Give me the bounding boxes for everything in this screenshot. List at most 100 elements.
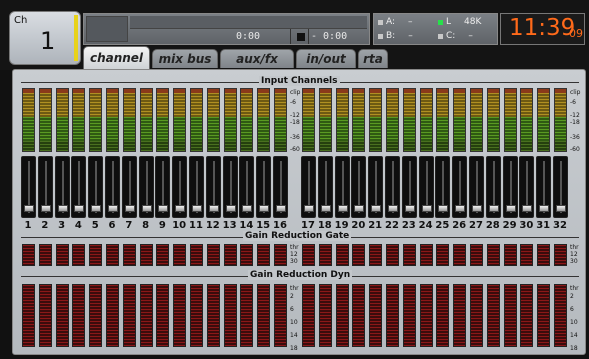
fader-cap[interactable] (337, 205, 348, 212)
channel-fader[interactable] (239, 156, 255, 218)
fader-cap[interactable] (505, 205, 516, 212)
channel-number-label[interactable]: 10 (171, 220, 187, 231)
fader-cap[interactable] (74, 205, 85, 212)
fader-cap[interactable] (192, 205, 202, 212)
channel-fader[interactable] (205, 156, 221, 218)
fader-cap[interactable] (371, 205, 382, 212)
fader-cap[interactable] (276, 205, 286, 212)
channel-number-label[interactable]: 7 (121, 220, 137, 231)
channel-number-label[interactable]: 2 (37, 220, 53, 231)
channel-fader[interactable] (452, 156, 468, 218)
channel-fader[interactable] (418, 156, 434, 218)
fader-cap[interactable] (404, 205, 415, 212)
channel-number-label[interactable]: 5 (87, 220, 103, 231)
channel-number-label[interactable]: 26 (451, 220, 467, 231)
channel-number-label[interactable]: 29 (502, 220, 518, 231)
channel-number-label[interactable]: 1 (20, 220, 36, 231)
fader-cap[interactable] (175, 205, 186, 212)
fader-cap[interactable] (388, 205, 398, 212)
channel-fader[interactable] (273, 156, 288, 218)
fader-cap[interactable] (208, 205, 219, 212)
fader-cap[interactable] (259, 205, 270, 212)
channel-fader[interactable] (385, 156, 400, 218)
fader-cap[interactable] (455, 205, 466, 212)
channel-fader[interactable] (519, 156, 535, 218)
channel-number-label[interactable]: 15 (255, 220, 271, 231)
channel-number-label[interactable]: 19 (334, 220, 350, 231)
channel-fader[interactable] (37, 156, 53, 218)
fader-cap[interactable] (522, 205, 533, 212)
channel-fader[interactable] (189, 156, 204, 218)
channel-number-label[interactable]: 23 (401, 220, 417, 231)
channel-number-label[interactable]: 16 (272, 220, 288, 231)
fader-cap[interactable] (472, 205, 482, 212)
channel-fader[interactable] (222, 156, 238, 218)
channel-fader[interactable] (368, 156, 384, 218)
fader-cap[interactable] (320, 205, 331, 212)
channel-number-label[interactable]: 30 (518, 220, 534, 231)
channel-fader[interactable] (138, 156, 154, 218)
channel-number-label[interactable]: 3 (54, 220, 70, 231)
fader-cap[interactable] (225, 205, 236, 212)
fader-cap[interactable] (40, 205, 51, 212)
channel-fader[interactable] (469, 156, 484, 218)
fader-cap[interactable] (421, 205, 432, 212)
fader-cap[interactable] (242, 205, 253, 212)
channel-number-label[interactable]: 32 (552, 220, 568, 231)
channel-number-label[interactable]: 13 (222, 220, 238, 231)
fader-cap[interactable] (488, 205, 499, 212)
tab-channel[interactable]: channel (83, 46, 150, 69)
channel-fader[interactable] (301, 156, 316, 218)
channel-number-label[interactable]: 6 (104, 220, 120, 231)
channel-number-label[interactable]: 25 (434, 220, 450, 231)
fader-cap[interactable] (57, 205, 68, 212)
fader-cap[interactable] (108, 205, 118, 212)
channel-fader[interactable] (351, 156, 367, 218)
fader-cap[interactable] (539, 205, 550, 212)
channel-number-label[interactable]: 12 (205, 220, 221, 231)
fader-cap[interactable] (24, 205, 34, 212)
channel-fader[interactable] (21, 156, 36, 218)
fader-cap[interactable] (124, 205, 135, 212)
channel-number-label[interactable]: 28 (485, 220, 501, 231)
channel-fader[interactable] (435, 156, 451, 218)
tab-mix-bus[interactable]: mix bus (152, 49, 218, 68)
tab-rta[interactable]: rta (358, 49, 388, 68)
fader-cap[interactable] (304, 205, 314, 212)
fader-cap[interactable] (141, 205, 152, 212)
channel-fader[interactable] (172, 156, 188, 218)
channel-fader[interactable] (155, 156, 171, 218)
fader-cap[interactable] (158, 205, 169, 212)
channel-fader[interactable] (105, 156, 120, 218)
channel-number-label[interactable]: 14 (238, 220, 254, 231)
fader-cap[interactable] (438, 205, 449, 212)
channel-number-label[interactable]: 24 (418, 220, 434, 231)
channel-number-label[interactable]: 9 (154, 220, 170, 231)
channel-fader[interactable] (54, 156, 70, 218)
channel-fader[interactable] (485, 156, 501, 218)
channel-number-label[interactable]: 27 (468, 220, 484, 231)
fader-cap[interactable] (354, 205, 365, 212)
channel-fader[interactable] (334, 156, 350, 218)
channel-number-label[interactable]: 22 (384, 220, 400, 231)
channel-fader[interactable] (401, 156, 417, 218)
fader-cap[interactable] (556, 205, 566, 212)
channel-fader[interactable] (536, 156, 552, 218)
channel-number-label[interactable]: 20 (350, 220, 366, 231)
channel-fader[interactable] (256, 156, 272, 218)
selected-channel-display[interactable]: Ch 1 (9, 11, 81, 65)
channel-number-label[interactable]: 18 (317, 220, 333, 231)
tab-in-out[interactable]: in/out (296, 49, 356, 68)
channel-number-label[interactable]: 21 (367, 220, 383, 231)
channel-fader[interactable] (88, 156, 104, 218)
channel-number-label[interactable]: 17 (300, 220, 316, 231)
channel-fader[interactable] (121, 156, 137, 218)
tab-aux-fx[interactable]: aux/fx (220, 49, 294, 68)
channel-number-label[interactable]: 11 (188, 220, 204, 231)
channel-number-label[interactable]: 4 (70, 220, 86, 231)
channel-number-label[interactable]: 31 (535, 220, 551, 231)
channel-fader[interactable] (317, 156, 333, 218)
channel-fader[interactable] (553, 156, 568, 218)
channel-fader[interactable] (71, 156, 87, 218)
stop-icon[interactable] (297, 33, 305, 41)
